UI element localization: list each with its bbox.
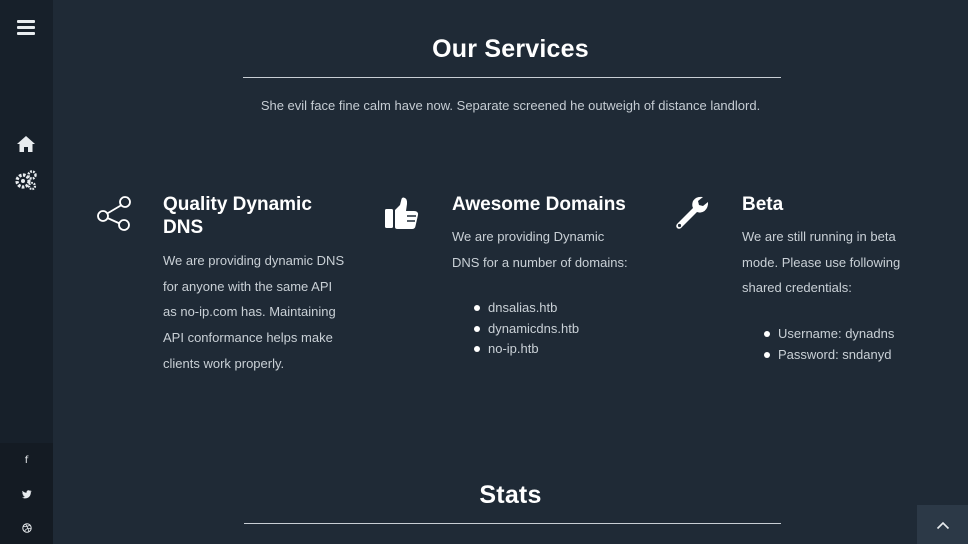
domain-list: dnsalias.htb dynamicdns.htb no-ip.htb (474, 298, 579, 360)
services-intro: She evil face fine calm have now. Separa… (260, 98, 761, 113)
list-item: no-ip.htb (474, 339, 579, 360)
home-icon[interactable] (14, 132, 38, 156)
share-icon (95, 194, 135, 234)
service-title-line: Quality Dynamic (163, 194, 312, 215)
chevron-up-icon (936, 515, 950, 534)
list-item: Password: sndanyd (764, 345, 894, 366)
text-line: clients work properly. (163, 355, 285, 371)
services-divider (243, 77, 781, 78)
list-item: Username: dynadns (764, 324, 894, 345)
main-content: Our Services She evil face fine calm hav… (53, 0, 968, 544)
stats-title: Stats (479, 481, 542, 509)
wrench-icon (673, 194, 713, 234)
text-line: We are providing Dynamic (452, 229, 605, 244)
text-line: We are still running in beta (742, 229, 896, 244)
sidebar: f (0, 0, 53, 544)
facebook-icon[interactable]: f (0, 445, 53, 475)
service-title-domains: Awesome Domains (452, 194, 626, 215)
text-line: DNS for a number of domains: (452, 254, 628, 270)
bars-icon[interactable] (14, 15, 38, 39)
social-bar: f (0, 443, 53, 544)
service-text-beta: We are still running in beta mode. Pleas… (742, 224, 942, 301)
credentials-list: Username: dynadns Password: sndanyd (764, 324, 894, 365)
gears-icon[interactable] (14, 168, 38, 192)
service-title-beta: Beta (742, 194, 784, 215)
twitter-icon[interactable] (0, 479, 53, 509)
list-item: dnsalias.htb (474, 298, 579, 319)
service-title-line: DNS (163, 217, 204, 238)
thumbs-up-icon (383, 194, 423, 234)
dribbble-icon[interactable] (0, 513, 53, 543)
scroll-to-top-button[interactable] (917, 505, 968, 544)
list-item: dynamicdns.htb (474, 319, 579, 340)
text-line: for anyone with the same API (163, 278, 333, 294)
text-line: as no-ip.com has. Maintaining (163, 304, 336, 320)
text-line: mode. Please use following (742, 254, 901, 270)
text-line: API conformance helps make (163, 330, 333, 346)
service-title-dns: Quality Dynamic DNS (163, 193, 363, 239)
stats-divider (244, 523, 781, 524)
service-text-dns: We are providing dynamic DNS for anyone … (163, 248, 363, 377)
text-line: We are providing dynamic DNS (163, 253, 345, 268)
text-line: shared credentials: (742, 280, 852, 296)
services-title: Our Services (432, 35, 589, 63)
service-text-domains: We are providing Dynamic DNS for a numbe… (452, 224, 652, 275)
